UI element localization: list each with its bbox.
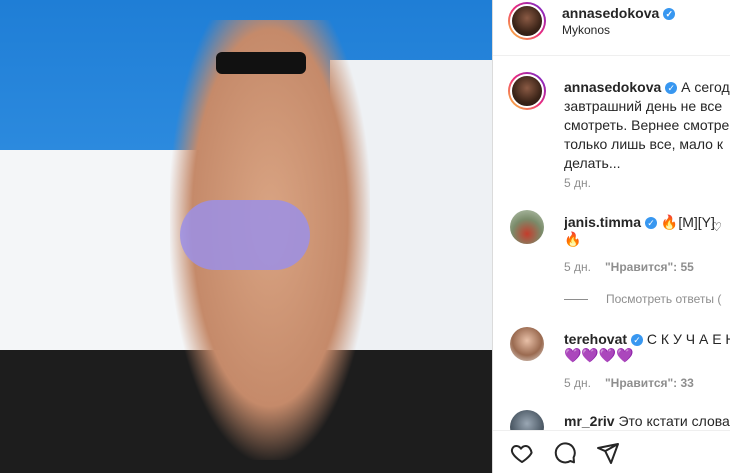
caption-age: 5 дн.: [564, 176, 591, 190]
header-divider: [493, 55, 730, 56]
comment-text-cont: 💜💜💜💜: [564, 347, 634, 363]
post-photo[interactable]: [0, 0, 492, 473]
comment-text: mr_2riv Это кстати слова: [564, 413, 730, 429]
panel-divider: [492, 0, 493, 473]
verified-icon: ✓: [645, 217, 658, 229]
comment-likes[interactable]: "Нравится": 33: [605, 376, 694, 390]
caption-username[interactable]: annasedokova: [564, 79, 661, 95]
comment-username[interactable]: mr_2riv: [564, 413, 615, 429]
verified-icon: ✓: [665, 82, 678, 94]
comment-meta: 5 дн. "Нравится": 33: [564, 376, 694, 390]
post-location[interactable]: Mykonos: [562, 23, 610, 37]
caption-text: annasedokova ✓ А сегод завтрашний день не…: [564, 79, 730, 171]
photo-sunglasses: [216, 52, 306, 74]
view-replies-link[interactable]: Посмотреть ответы (: [564, 292, 721, 306]
comment-avatar[interactable]: [510, 327, 544, 361]
photo-bikini: [180, 200, 310, 270]
heart-icon[interactable]: [509, 441, 535, 465]
comment-username[interactable]: terehovat: [564, 331, 627, 347]
verified-icon: ✓: [663, 8, 676, 20]
comment-avatar[interactable]: [510, 210, 544, 244]
comment-like-icon[interactable]: ♡: [711, 220, 722, 234]
comment-text: janis.timma ✓ 🔥[M][Y]: [564, 214, 715, 230]
comment-likes[interactable]: "Нравится": 55: [605, 260, 694, 274]
comment-icon[interactable]: [552, 441, 578, 465]
action-bar: [493, 430, 730, 473]
comment-text-cont: 🔥: [564, 231, 582, 247]
comment-username[interactable]: janis.timma: [564, 214, 641, 230]
author-avatar[interactable]: [508, 2, 546, 40]
author-username[interactable]: annasedokova ✓: [562, 5, 676, 21]
caption-avatar[interactable]: [508, 72, 546, 110]
comment-text: terehovat ✓ С К У Ч А Е Н: [564, 331, 730, 347]
share-icon[interactable]: [595, 441, 621, 465]
comment-meta: 5 дн. "Нравится": 55: [564, 260, 694, 274]
verified-icon: ✓: [631, 334, 644, 346]
